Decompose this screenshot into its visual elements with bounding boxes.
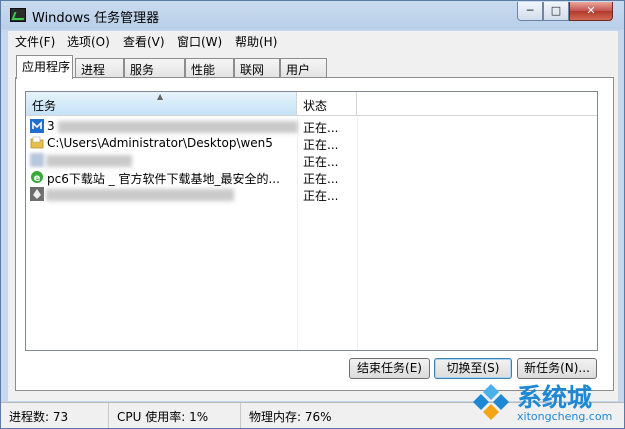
table-row[interactable]: 3 正在... (26, 118, 597, 135)
task-list[interactable]: 任务 ▲ 状态 3 正在... C:\Users\Administrator\D… (25, 91, 598, 351)
menu-help[interactable]: 帮助(H) (235, 33, 277, 50)
tab-performance[interactable]: 性能 (185, 58, 234, 78)
process-count: 进程数: 73 (5, 403, 109, 428)
table-row[interactable]: C:\Users\Administrator\Desktop\wen5 正在..… (26, 135, 597, 152)
column-task-label: 任务 (32, 99, 57, 113)
tab-services[interactable]: 服务 (124, 58, 185, 78)
memory-usage: 物理内存: 76% (249, 410, 332, 424)
menu-view[interactable]: 查看(V) (123, 33, 165, 50)
ie-browser-icon: e (31, 171, 43, 184)
watermark: 系统城 xitongcheng.com (471, 378, 621, 428)
pen-app-icon (30, 187, 44, 201)
redacted-text (58, 121, 298, 133)
cpu-usage: CPU 使用率: 1% (113, 403, 241, 428)
end-task-button[interactable]: 结束任务(E) (349, 358, 430, 379)
column-header-empty (357, 92, 597, 115)
task-manager-window: Windows 任务管理器 ─ □ ✕ 文件(F) 选项(O) 查看(V) 窗口… (0, 0, 625, 429)
task-status: 正在... (303, 138, 339, 152)
table-row[interactable]: e pc6下载站 _ 官方软件下载基地_最安全的... 正在... (26, 169, 597, 186)
switch-to-button[interactable]: 切换至(S) (434, 358, 512, 379)
menu-window[interactable]: 窗口(W) (177, 33, 222, 50)
task-status: 正在... (303, 155, 339, 169)
title-bar[interactable]: Windows 任务管理器 ─ □ ✕ (1, 1, 624, 29)
app-blue-m-icon (30, 119, 44, 133)
column-header-status[interactable]: 状态 (297, 92, 357, 115)
menu-options[interactable]: 选项(O) (67, 33, 110, 50)
sort-ascending-icon: ▲ (157, 92, 164, 101)
column-header-task[interactable]: 任务 ▲ (26, 92, 297, 115)
menu-file[interactable]: 文件(F) (15, 33, 55, 50)
menu-bar: 文件(F) 选项(O) 查看(V) 窗口(W) 帮助(H) (8, 31, 618, 51)
list-header: 任务 ▲ 状态 (26, 92, 597, 116)
task-name: 3 (47, 119, 55, 133)
tab-networking[interactable]: 联网 (234, 58, 280, 78)
watermark-text: 系统城 (517, 383, 593, 412)
task-status: 正在... (303, 172, 339, 186)
task-status: 正在... (303, 189, 339, 203)
new-task-button[interactable]: 新任务(N)... (517, 358, 597, 379)
task-name: C:\Users\Administrator\Desktop\wen5 (47, 136, 273, 150)
close-button[interactable]: ✕ (569, 2, 613, 21)
redacted-text (46, 189, 234, 201)
watermark-url: xitongcheng.com (517, 410, 613, 423)
window-title: Windows 任务管理器 (32, 11, 160, 26)
tab-applications[interactable]: 应用程序 (16, 55, 73, 79)
task-manager-icon (10, 8, 26, 22)
task-status: 正在... (303, 121, 339, 135)
table-row[interactable]: 正在... (26, 152, 597, 169)
redacted-text (46, 155, 132, 167)
xitongcheng-logo-icon (473, 384, 509, 420)
client-area: 应用程序 进程 服务 性能 联网 用户 任务 ▲ 状态 3 正在... C:\U… (8, 51, 618, 401)
folder-icon (30, 136, 44, 149)
task-name: pc6下载站 _ 官方软件下载基地_最安全的... (47, 172, 280, 186)
svg-text:e: e (34, 173, 41, 184)
maximize-button[interactable]: □ (543, 2, 569, 21)
minimize-button[interactable]: ─ (517, 2, 543, 21)
blurred-app-icon (30, 153, 44, 167)
tab-users[interactable]: 用户 (280, 58, 327, 78)
table-row[interactable]: 正在... (26, 186, 597, 203)
tab-processes[interactable]: 进程 (75, 58, 124, 78)
